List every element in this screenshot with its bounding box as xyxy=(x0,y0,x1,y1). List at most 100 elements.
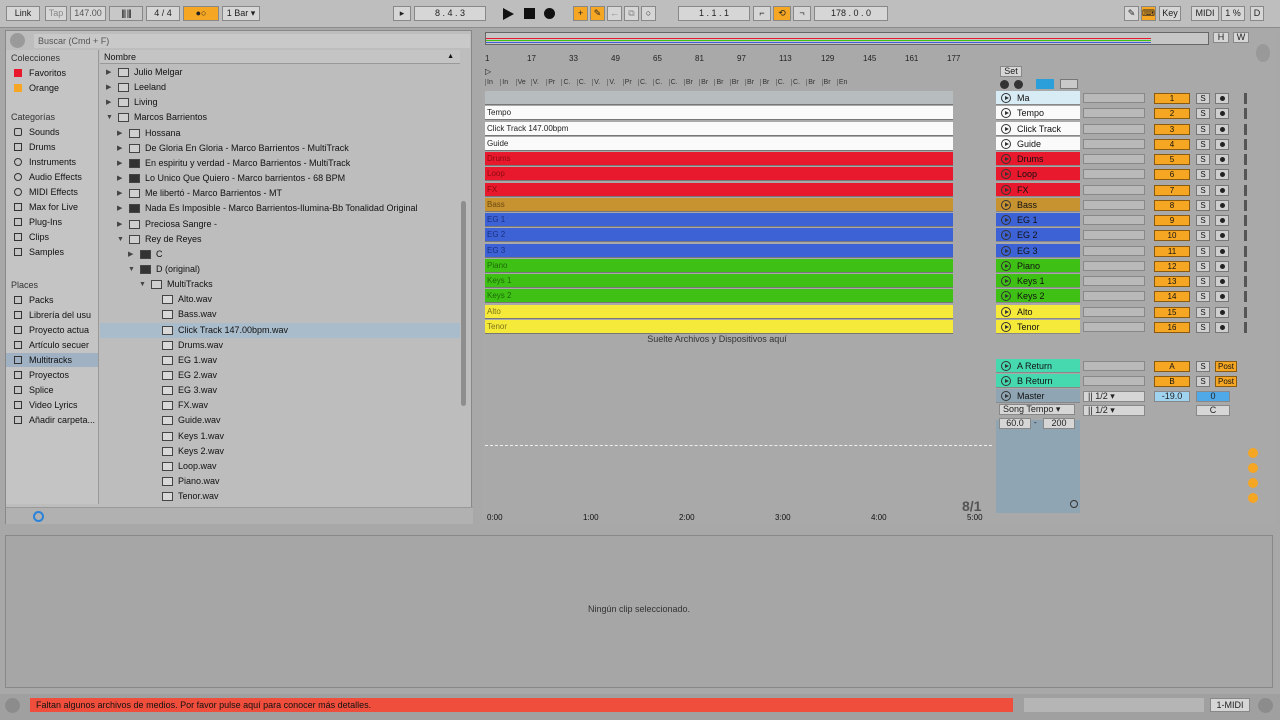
locator-marker[interactable]: V. xyxy=(592,79,607,86)
add-track-icon[interactable] xyxy=(1070,500,1078,508)
locator-marker[interactable]: C. xyxy=(653,79,668,86)
stop-icon[interactable] xyxy=(524,8,535,19)
master-activator-icon[interactable] xyxy=(1001,391,1011,401)
track-input-selector[interactable] xyxy=(1083,276,1145,286)
locator-marker[interactable]: Br xyxy=(760,79,775,86)
track-header[interactable]: Click Track xyxy=(996,121,1080,136)
place-packs[interactable]: Packs xyxy=(6,293,98,307)
solo-button[interactable]: S xyxy=(1196,306,1210,318)
detail-toggle-icon[interactable] xyxy=(5,698,20,713)
tempo-max-field[interactable]: 200 xyxy=(1043,418,1075,429)
locator-marker[interactable]: Br xyxy=(745,79,760,86)
track-header[interactable]: Piano xyxy=(996,258,1080,273)
arm-button[interactable] xyxy=(1215,169,1229,181)
file-item[interactable]: Bass.wav xyxy=(100,307,460,322)
track-number-button[interactable]: 8 xyxy=(1154,199,1190,211)
locator-marker[interactable]: Pr xyxy=(546,79,561,86)
search-input[interactable]: Buscar (Cmd + F) xyxy=(34,34,470,48)
file-item[interactable]: EG 2.wav xyxy=(100,368,460,383)
track-clip[interactable]: Click Track 147.00bpm xyxy=(485,121,953,136)
arm-button[interactable] xyxy=(1215,245,1229,257)
nudge-buttons[interactable]: ||| ||| xyxy=(109,6,143,21)
track-clip[interactable]: Tempo xyxy=(485,106,953,121)
arm-button[interactable] xyxy=(1215,93,1229,104)
expanded-arrow-icon[interactable]: ▼ xyxy=(106,110,113,125)
solo-button[interactable]: S xyxy=(1196,276,1210,287)
loop-start-field[interactable]: 1 . 1 . 1 xyxy=(678,6,750,21)
track-header[interactable]: EG 2 xyxy=(996,228,1080,243)
place-user-library[interactable]: Librería del usu xyxy=(6,308,98,322)
track-activator-icon[interactable] xyxy=(1001,169,1011,180)
folder-item[interactable]: ▶ Lo Unico Que Quiero - Marco barrientos … xyxy=(100,171,460,186)
expanded-arrow-icon[interactable]: ▼ xyxy=(117,232,124,247)
quantize-menu[interactable]: 1 Bar ▾ xyxy=(222,6,260,21)
track-header[interactable]: FX xyxy=(996,182,1080,197)
punch-in-button[interactable]: ⌐ xyxy=(753,6,771,21)
track-header[interactable]: Loop xyxy=(996,167,1080,182)
track-clip[interactable]: Keys 2 xyxy=(485,289,953,304)
track-clip[interactable]: Drums xyxy=(485,152,953,166)
bar-ruler[interactable]: 1 17 33 49 65 81 97 113 129 145 161 177 xyxy=(485,54,995,66)
track-clip[interactable]: Keys 1 xyxy=(485,274,953,288)
master-ratio2-select[interactable]: || 1/2 ▾ xyxy=(1083,405,1145,416)
mixer-icon[interactable] xyxy=(1248,478,1258,488)
browser-scrollbar[interactable] xyxy=(461,201,466,406)
folder-item[interactable]: ▼ Marcos Barrientos xyxy=(100,110,460,125)
folder-item[interactable]: ▶ C xyxy=(100,247,460,262)
master-volume-field[interactable]: -19.0 xyxy=(1154,391,1190,402)
overdub-button[interactable]: + xyxy=(573,6,588,21)
record-icon[interactable] xyxy=(544,8,555,19)
track-activator-icon[interactable] xyxy=(1001,154,1011,164)
track-clip[interactable]: Alto xyxy=(485,304,953,319)
set-button[interactable]: Set xyxy=(1000,66,1022,77)
place-video-lyrics[interactable]: Video Lyrics xyxy=(6,398,98,412)
folder-item[interactable]: ▼ Rey de Reyes xyxy=(100,232,460,247)
solo-button[interactable]: S xyxy=(1196,138,1210,150)
solo-button[interactable]: S xyxy=(1196,93,1210,104)
solo-button[interactable]: S xyxy=(1196,199,1210,211)
track-header[interactable]: Alto xyxy=(996,304,1080,319)
folder-item[interactable]: ▶ Me libertó - Marco Barrientos - MT xyxy=(100,186,460,201)
track-input-selector[interactable] xyxy=(1083,260,1145,271)
track-activator-icon[interactable] xyxy=(1001,215,1011,225)
category-max-for-live[interactable]: Max for Live xyxy=(6,200,98,214)
computer-midi-keyboard-icon[interactable]: ⌨ xyxy=(1141,6,1156,21)
track-number-button[interactable]: 3 xyxy=(1154,123,1190,135)
collapsed-arrow-icon[interactable]: ▶ xyxy=(117,171,122,186)
track-number-button[interactable]: 6 xyxy=(1154,169,1190,181)
detail-expand-icon[interactable] xyxy=(1258,698,1273,713)
midi-map-button[interactable]: MIDI xyxy=(1191,6,1219,21)
track-number-button[interactable]: 14 xyxy=(1154,291,1190,303)
track-activator-icon[interactable] xyxy=(1001,245,1011,256)
folder-item[interactable]: ▼ D (original) xyxy=(100,262,460,277)
track-input-selector[interactable] xyxy=(1083,93,1145,103)
cue-out-field[interactable]: C xyxy=(1196,405,1230,416)
arm-button[interactable] xyxy=(1215,230,1229,242)
solo-button[interactable]: S xyxy=(1196,123,1210,135)
folder-item[interactable]: ▶ Nada Es Imposible - Marco Barrientos-Il… xyxy=(100,201,460,216)
place-current-project[interactable]: Proyecto actua xyxy=(6,323,98,337)
track-number-button[interactable]: 16 xyxy=(1154,321,1190,333)
arm-button[interactable] xyxy=(1215,260,1229,272)
return-letter-button[interactable]: A xyxy=(1154,361,1190,372)
folder-item[interactable]: ▶ Preciosa Sangre - xyxy=(100,217,460,232)
track-clip[interactable]: Loop xyxy=(485,167,953,182)
arrangement-position[interactable]: 8 . 4 . 3 xyxy=(414,6,486,21)
track-activator-icon[interactable] xyxy=(1001,376,1011,386)
file-item[interactable]: Drums.wav xyxy=(100,338,460,353)
master-ratio1-select[interactable]: || 1/2 ▾ xyxy=(1083,391,1145,402)
drop-zone[interactable]: Suelte Archivos y Dispositivos aquí xyxy=(482,332,952,346)
track-header[interactable]: Guide xyxy=(996,136,1080,151)
track-input-selector[interactable] xyxy=(1083,108,1145,119)
locator-marker[interactable]: C. xyxy=(668,79,684,86)
time-ruler[interactable]: 0:00 1:00 2:00 3:00 4:00 5:00 xyxy=(482,512,992,524)
track-number-button[interactable]: 11 xyxy=(1154,245,1190,257)
track-number-button[interactable]: 10 xyxy=(1154,230,1190,242)
solo-button[interactable]: S xyxy=(1196,215,1210,226)
arm-button[interactable] xyxy=(1215,123,1229,135)
locator-marker[interactable]: Ve xyxy=(515,79,531,86)
category-audio-effects[interactable]: Audio Effects xyxy=(6,170,98,184)
solo-button[interactable]: S xyxy=(1196,108,1210,120)
track-clip[interactable]: EG 1 xyxy=(485,213,953,227)
locator-marker[interactable]: C. xyxy=(561,79,576,86)
